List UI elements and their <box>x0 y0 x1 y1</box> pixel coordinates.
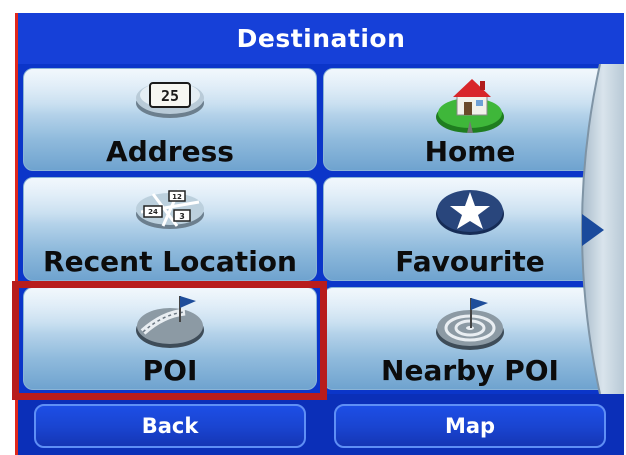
back-button[interactable]: Back <box>34 404 306 448</box>
page-title: Destination <box>236 24 406 53</box>
map-number-1: 12 <box>172 193 182 201</box>
address-plate-number: 25 <box>161 87 179 105</box>
nearby-poi-radar-icon <box>433 292 507 358</box>
back-button-label: Back <box>141 414 199 438</box>
map-button[interactable]: Map <box>334 404 606 448</box>
address-plate-icon: 25 <box>133 73 207 125</box>
recent-location-map-icon: 12 24 3 <box>133 182 207 236</box>
map-number-2: 24 <box>148 208 158 216</box>
map-number-3: 3 <box>179 212 185 221</box>
address-label: Address <box>106 135 234 168</box>
map-button-label: Map <box>444 414 496 438</box>
next-page-panel[interactable] <box>560 63 624 395</box>
recent-location-label: Recent Location <box>43 245 297 278</box>
poi-tile[interactable]: POI <box>23 287 317 390</box>
recent-location-tile[interactable]: 12 24 3 Recent Location <box>23 177 317 281</box>
address-tile[interactable]: 25 Address <box>23 68 317 171</box>
star-icon <box>433 182 507 242</box>
home-icon <box>433 73 507 139</box>
title-bar: Destination <box>18 13 624 64</box>
poi-label: POI <box>142 354 198 387</box>
poi-flag-icon <box>133 292 207 356</box>
